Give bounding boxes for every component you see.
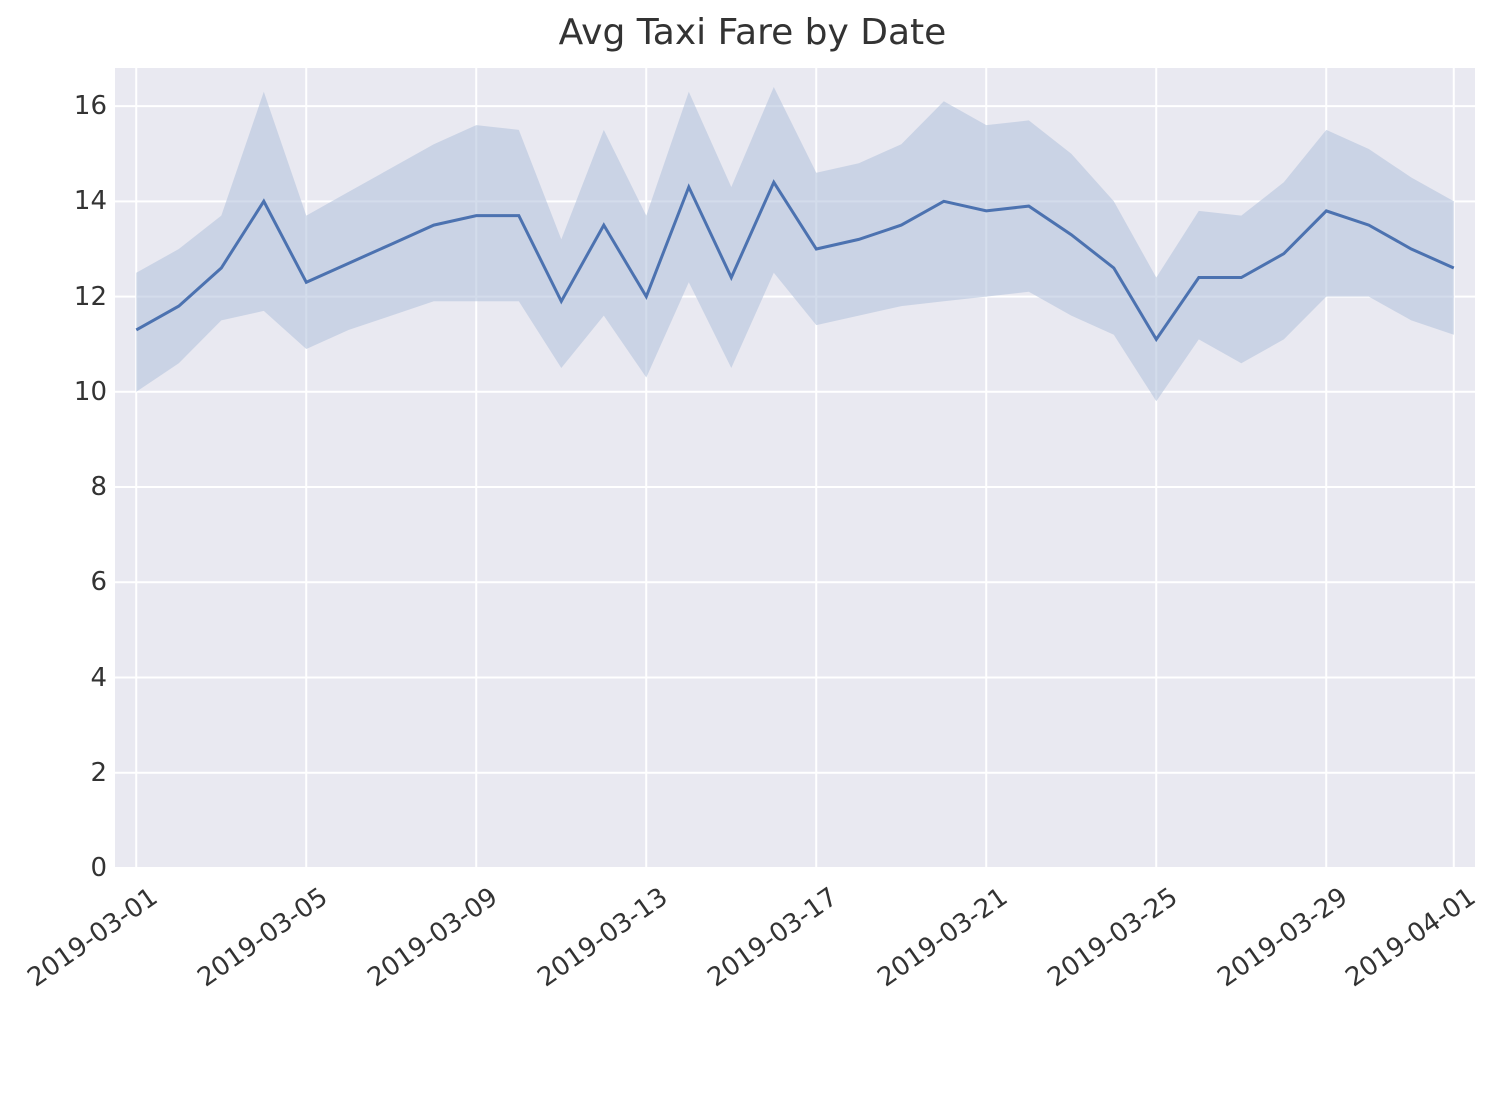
- plot-area: [115, 68, 1475, 868]
- x-tick-label: 2019-03-01: [22, 882, 163, 993]
- x-tick-label: 2019-03-21: [872, 882, 1013, 993]
- plot-svg: [115, 68, 1475, 868]
- x-tick-label: 2019-03-29: [1212, 882, 1353, 993]
- x-tick-label: 2019-03-17: [702, 882, 843, 993]
- x-tick-label: 2019-03-13: [532, 882, 673, 993]
- chart-figure: Avg Taxi Fare by Date 0 2 4 6 8 10 12 14 16 2019…: [0, 0, 1505, 1095]
- y-tick-label: 6: [47, 567, 107, 597]
- confidence-band: [136, 87, 1454, 401]
- y-tick-label: 4: [47, 663, 107, 693]
- x-tick-label: 2019-03-05: [192, 882, 333, 993]
- chart-title: Avg Taxi Fare by Date: [0, 12, 1505, 53]
- y-tick-label: 8: [47, 472, 107, 502]
- y-tick-label: 10: [47, 377, 107, 407]
- y-tick-label: 2: [47, 758, 107, 788]
- x-tick-label: 2019-03-09: [362, 882, 503, 993]
- y-tick-label: 16: [47, 91, 107, 121]
- x-tick-label: 2019-03-25: [1042, 882, 1183, 993]
- y-tick-label: 14: [47, 186, 107, 216]
- y-tick-label: 12: [47, 282, 107, 312]
- x-tick-label: 2019-04-01: [1340, 882, 1481, 993]
- y-tick-label: 0: [47, 853, 107, 883]
